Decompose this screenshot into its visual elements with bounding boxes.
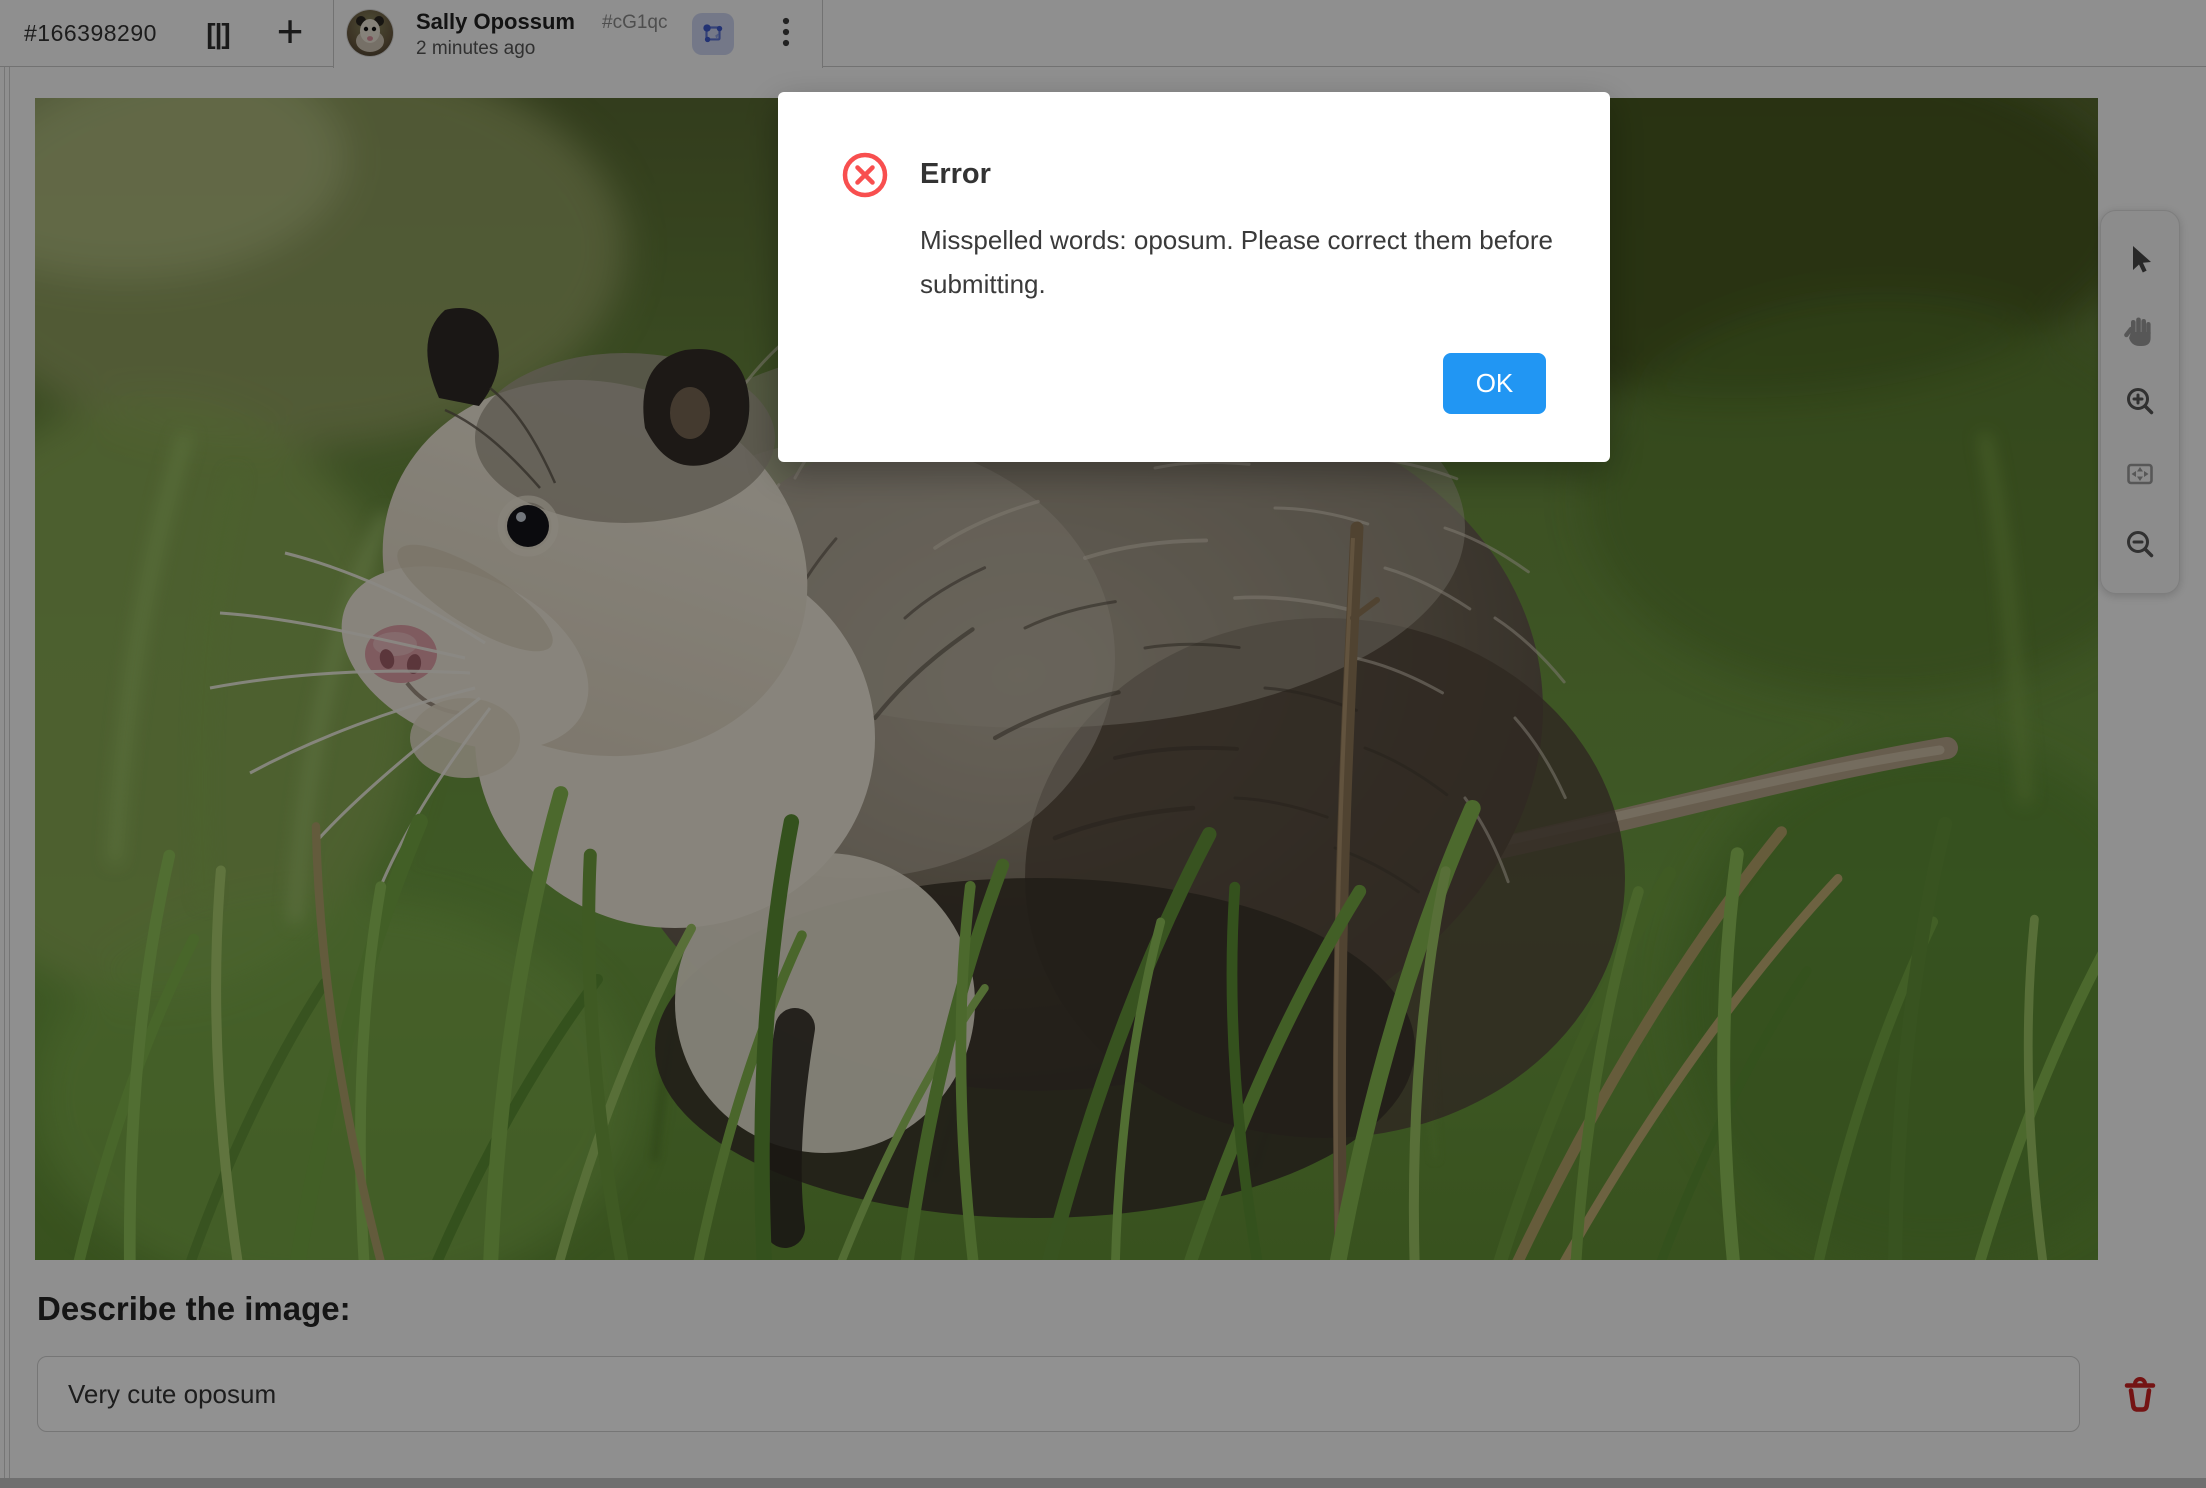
label-studio-app: #166398290 [|] + — [0, 0, 2206, 1488]
error-circle-x-icon — [842, 152, 888, 198]
error-dialog-title: Error — [920, 158, 991, 191]
error-dialog: Error Misspelled words: oposum. Please c… — [778, 92, 1610, 462]
error-dialog-message: Misspelled words: oposum. Please correct… — [920, 218, 1560, 306]
ok-button[interactable]: OK — [1443, 353, 1546, 414]
